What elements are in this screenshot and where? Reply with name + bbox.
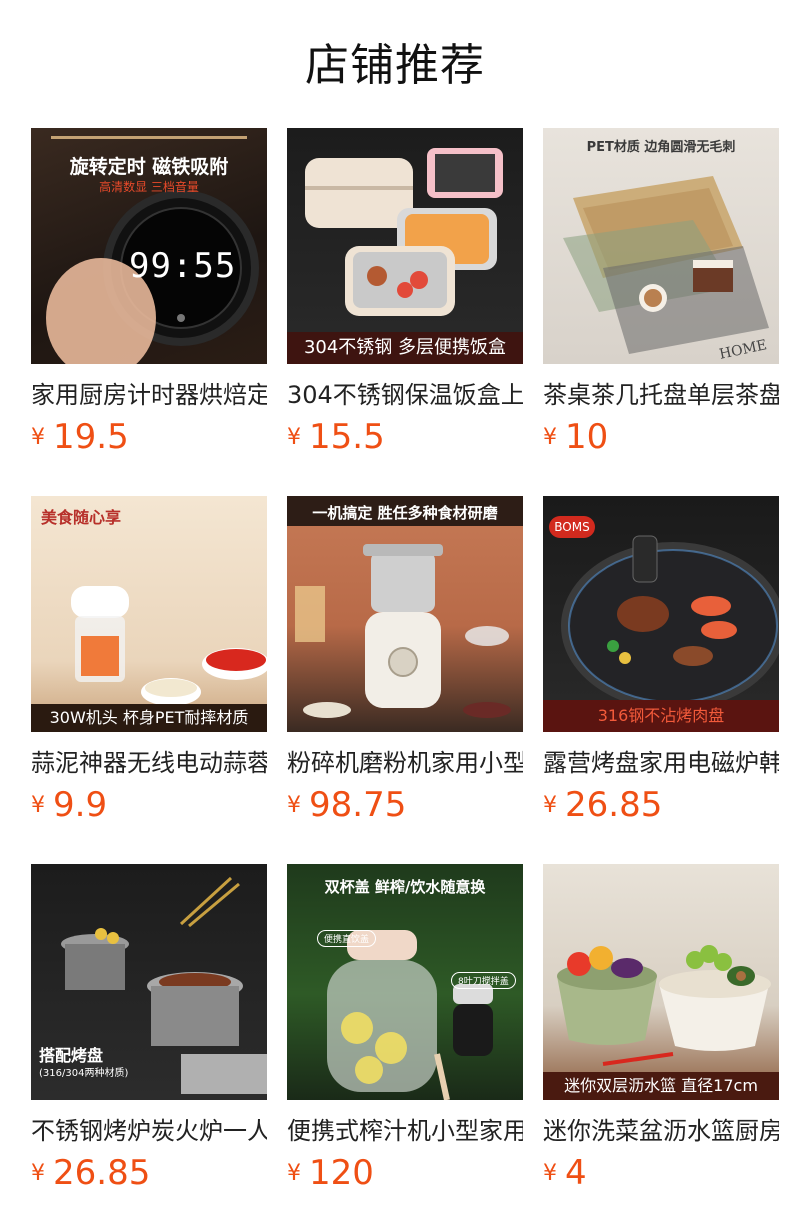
- price-value: 10: [565, 417, 609, 457]
- tray-image[interactable]: PET材质 边角圆滑无毛刺 HOME: [543, 128, 779, 364]
- grinder-image[interactable]: 一机搞定 胜任多种食材研磨: [287, 496, 523, 732]
- image-headline: 双杯盖 鲜榨/饮水随意换: [324, 878, 486, 896]
- image-caption: 30W机头 杯身PET耐摔材质: [31, 704, 267, 732]
- product-card[interactable]: 旋转定时 磁铁吸附 高清数显 三档音量 99:55 家用厨房计时器烘焙定时器 ¥…: [31, 128, 267, 496]
- lunch-box-image[interactable]: 304不锈钢 多层便携饭盒: [287, 128, 523, 364]
- product-card[interactable]: PET材质 边角圆滑无毛刺 HOME 茶桌茶几托盘单层茶盘 ¥10: [543, 128, 779, 496]
- product-price: ¥15.5: [287, 412, 385, 462]
- kitchen-timer-image[interactable]: 旋转定时 磁铁吸附 高清数显 三档音量 99:55: [31, 128, 267, 364]
- currency-symbol: ¥: [543, 425, 557, 450]
- price-value: 98.75: [309, 785, 407, 825]
- product-name[interactable]: 家用厨房计时器烘焙定时器: [31, 378, 267, 412]
- image-headline: 美食随心享: [41, 508, 122, 527]
- price-value: 26.85: [565, 785, 663, 825]
- price-value: 19.5: [53, 417, 129, 457]
- image-badge-left: 便携直饮盖: [317, 930, 377, 947]
- brand-logo: BOMS: [549, 516, 595, 538]
- product-grid: 旋转定时 磁铁吸附 高清数显 三档音量 99:55 家用厨房计时器烘焙定时器 ¥…: [31, 128, 779, 1232]
- store-recommendations-page: 店铺推荐 旋转定时 磁铁吸附 高清数显 三档音量 99:55 家用厨房计时器烘焙…: [0, 0, 790, 1232]
- image-headline: 旋转定时 磁铁吸附: [69, 156, 229, 178]
- currency-symbol: ¥: [31, 425, 45, 450]
- image-subline: 高清数显 三档音量: [99, 180, 199, 194]
- product-name[interactable]: 茶桌茶几托盘单层茶盘: [543, 378, 779, 412]
- image-caption: 316钢不沾烤肉盘: [543, 700, 779, 732]
- currency-symbol: ¥: [31, 1161, 45, 1186]
- product-name[interactable]: 蒜泥神器无线电动蒜蓉机: [31, 746, 267, 780]
- image-headline: 搭配烤盘: [39, 1046, 104, 1065]
- product-price: ¥120: [287, 1148, 374, 1198]
- garlic-chopper-image[interactable]: 美食随心享 30W机头 杯身PET耐摔材质: [31, 496, 267, 732]
- timer-display: 99:55: [129, 246, 237, 286]
- image-caption: 304不锈钢 多层便携饭盒: [287, 332, 523, 364]
- colander-image[interactable]: 迷你双层沥水篮 直径17cm: [543, 864, 779, 1100]
- image-headline: 一机搞定 胜任多种食材研磨: [312, 504, 498, 522]
- price-value: 26.85: [53, 1153, 151, 1193]
- product-card[interactable]: 一机搞定 胜任多种食材研磨 粉碎机磨粉机家用小型 ¥98.75: [287, 496, 523, 864]
- image-subline: (316/304两种材质): [39, 1068, 129, 1079]
- price-value: 4: [565, 1153, 587, 1193]
- currency-symbol: ¥: [543, 793, 557, 818]
- currency-symbol: ¥: [287, 1161, 301, 1186]
- product-card[interactable]: BOMS 316钢不沾烤肉盘 露营烤盘家用电磁炉韩式 ¥26.85: [543, 496, 779, 864]
- image-caption: 迷你双层沥水篮 直径17cm: [543, 1072, 779, 1100]
- currency-symbol: ¥: [287, 793, 301, 818]
- page-title: 店铺推荐: [305, 40, 485, 91]
- product-card[interactable]: 304不锈钢 多层便携饭盒 304不锈钢保温饭盒上班族 ¥15.5: [287, 128, 523, 496]
- grill-pan-image[interactable]: BOMS 316钢不沾烤肉盘: [543, 496, 779, 732]
- product-name[interactable]: 粉碎机磨粉机家用小型: [287, 746, 523, 780]
- currency-symbol: ¥: [287, 425, 301, 450]
- price-value: 9.9: [53, 785, 108, 825]
- product-name[interactable]: 迷你洗菜盆沥水篮厨房: [543, 1114, 779, 1148]
- image-headline: PET材质 边角圆滑无毛刺: [586, 140, 736, 155]
- image-badge-right: 8叶刀搅拌盖: [451, 972, 516, 989]
- price-value: 15.5: [309, 417, 385, 457]
- product-name[interactable]: 304不锈钢保温饭盒上班族: [287, 378, 523, 412]
- juicer-image[interactable]: 双杯盖 鲜榨/饮水随意换 便携直饮盖 8叶刀搅拌盖: [287, 864, 523, 1100]
- currency-symbol: ¥: [543, 1161, 557, 1186]
- product-card[interactable]: 迷你双层沥水篮 直径17cm 迷你洗菜盆沥水篮厨房 ¥4: [543, 864, 779, 1232]
- charcoal-grill-image[interactable]: 搭配烤盘 (316/304两种材质): [31, 864, 267, 1100]
- product-name[interactable]: 不锈钢烤炉炭火炉一人食: [31, 1114, 267, 1148]
- product-price: ¥19.5: [31, 412, 129, 462]
- product-price: ¥10: [543, 412, 608, 462]
- currency-symbol: ¥: [31, 793, 45, 818]
- product-price: ¥4: [543, 1148, 587, 1198]
- price-value: 120: [309, 1153, 374, 1193]
- product-name[interactable]: 便携式榨汁机小型家用: [287, 1114, 523, 1148]
- product-card[interactable]: 美食随心享 30W机头 杯身PET耐摔材质 蒜泥神器无线电动蒜蓉机 ¥9.9: [31, 496, 267, 864]
- product-price: ¥26.85: [31, 1148, 150, 1198]
- product-name[interactable]: 露营烤盘家用电磁炉韩式: [543, 746, 779, 780]
- product-card[interactable]: 双杯盖 鲜榨/饮水随意换 便携直饮盖 8叶刀搅拌盖 便携式榨汁机小型家用 ¥12…: [287, 864, 523, 1232]
- product-price: ¥9.9: [31, 780, 107, 830]
- product-price: ¥26.85: [543, 780, 662, 830]
- product-price: ¥98.75: [287, 780, 406, 830]
- product-card[interactable]: 搭配烤盘 (316/304两种材质) 不锈钢烤炉炭火炉一人食 ¥26.85: [31, 864, 267, 1232]
